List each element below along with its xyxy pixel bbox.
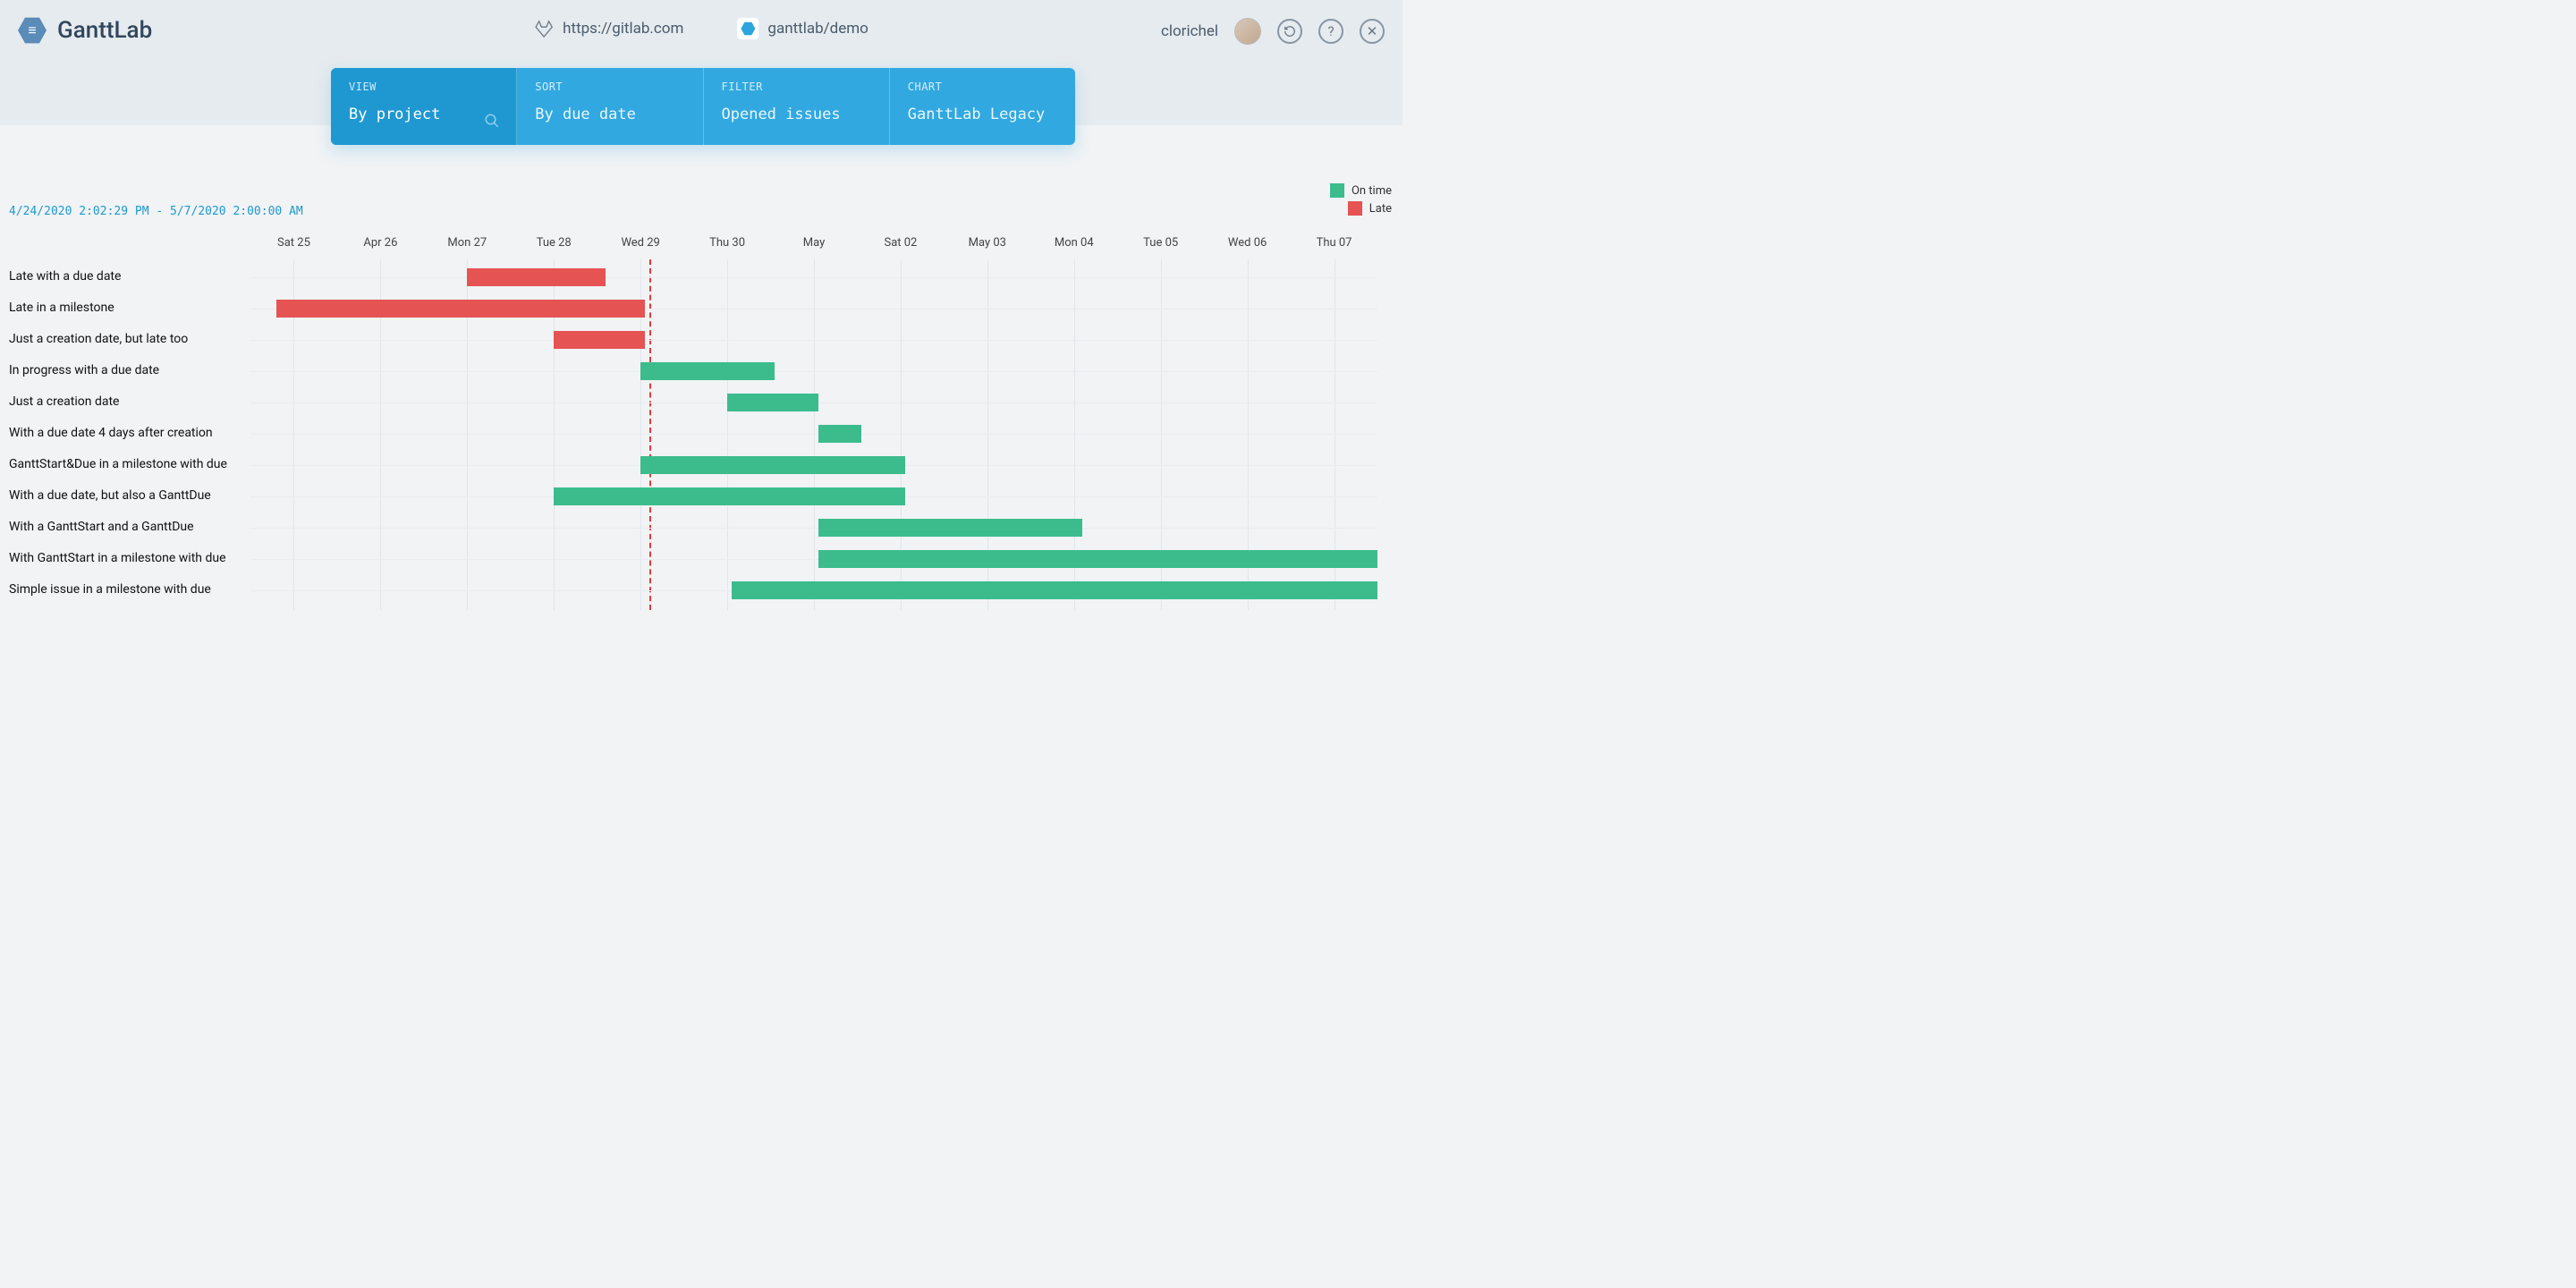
gantt-row-label: With a GanttStart and a GanttDue — [0, 512, 250, 543]
brand-logo-icon — [18, 16, 47, 45]
gantt-bar[interactable] — [818, 519, 1083, 537]
view-label: VIEW — [349, 80, 498, 93]
legend-ontime-label: On time — [1352, 184, 1392, 198]
gantt-bar[interactable] — [554, 331, 645, 349]
gantt-row-label: Simple issue in a milestone with due — [0, 574, 250, 606]
x-axis-tick: Wed 06 — [1228, 236, 1267, 250]
gantt-bar[interactable] — [467, 268, 606, 286]
x-axis-tick: Tue 28 — [537, 236, 572, 250]
range-label: 4/24/2020 2:02:29 PM - 5/7/2020 2:00:00 … — [0, 183, 1402, 218]
sort-control[interactable]: SORT By due date — [517, 68, 703, 145]
username[interactable]: clorichel — [1161, 22, 1218, 40]
x-axis-tick: Thu 07 — [1317, 236, 1352, 250]
gantt-bar[interactable] — [554, 487, 905, 505]
help-icon: ? — [1327, 23, 1334, 39]
x-axis-tick: May 03 — [969, 236, 1006, 250]
legend-late-label: Late — [1369, 202, 1392, 216]
x-axis-tick: Wed 29 — [621, 236, 659, 250]
view-value: By project — [349, 106, 498, 123]
header-center: https://gitlab.com ganttlab/demo — [534, 18, 869, 39]
project-path: ganttlab/demo — [767, 20, 868, 38]
filter-label: FILTER — [722, 80, 871, 93]
search-icon[interactable] — [484, 113, 500, 129]
project-logo-icon — [737, 18, 758, 39]
gantt-bar[interactable] — [727, 394, 818, 411]
legend-late: Late — [1330, 201, 1392, 216]
gantt-row-label: In progress with a due date — [0, 355, 250, 386]
gridline-horizontal — [250, 340, 1377, 341]
filter-value: Opened issues — [722, 106, 871, 123]
close-icon: ✕ — [1367, 23, 1378, 39]
sort-value: By due date — [535, 106, 684, 123]
project-link[interactable]: ganttlab/demo — [737, 18, 868, 39]
filter-control[interactable]: FILTER Opened issues — [704, 68, 890, 145]
header-right: clorichel ? ✕ — [1161, 18, 1385, 45]
x-axis-tick: Apr 26 — [363, 236, 397, 250]
x-axis: Sat 25 Apr 26 Mon 27 Tue 28 Wed 29 Thu 30 May S… — [250, 234, 1377, 259]
header-bar: GanttLab https://gitlab.com ganttlab/dem… — [0, 0, 1402, 125]
gantt-bar[interactable] — [732, 581, 1377, 599]
legend-ontime: On time — [1330, 183, 1392, 198]
today-marker — [649, 259, 651, 610]
x-axis-tick: Sat 25 — [277, 236, 310, 250]
chart-value: GanttLab Legacy — [908, 106, 1057, 123]
x-axis-tick: Mon 04 — [1055, 236, 1094, 250]
gantt-row-label: With GanttStart in a milestone with due — [0, 543, 250, 574]
legend: On time Late — [1330, 183, 1392, 219]
gantt-bar[interactable] — [640, 362, 775, 380]
gantt-row-label: Late in a milestone — [0, 292, 250, 324]
avatar[interactable] — [1234, 18, 1261, 45]
brand[interactable]: GanttLab — [18, 16, 152, 45]
gantt-bar[interactable] — [640, 456, 905, 474]
x-axis-tick: Thu 30 — [709, 236, 745, 250]
control-bar: VIEW By project SORT By due date FILTER … — [331, 68, 1075, 145]
source-link[interactable]: https://gitlab.com — [534, 20, 683, 38]
gantt-row-label: GanttStart&Due in a milestone with due — [0, 449, 250, 480]
gantt-row-label: Just a creation date — [0, 386, 250, 418]
gantt-row-label: Late with a due date — [0, 261, 250, 292]
gridline-horizontal — [250, 434, 1377, 435]
x-axis-tick: Sat 02 — [884, 236, 917, 250]
gantt-row-labels: Late with a due dateLate in a milestoneJ… — [0, 261, 250, 606]
chart-wrap: On time Late 4/24/2020 2:02:29 PM - 5/7/… — [0, 183, 1402, 610]
gridline-horizontal — [250, 277, 1377, 278]
gridline-horizontal — [250, 371, 1377, 372]
help-button[interactable]: ? — [1318, 19, 1343, 44]
gantt-row-label: With a due date 4 days after creation — [0, 418, 250, 449]
sort-label: SORT — [535, 80, 684, 93]
gitlab-icon — [534, 20, 554, 38]
chart-control[interactable]: CHART GanttLab Legacy — [890, 68, 1075, 145]
gantt-row-label: With a due date, but also a GanttDue — [0, 480, 250, 512]
close-button[interactable]: ✕ — [1360, 19, 1385, 44]
x-axis-tick: Tue 05 — [1143, 236, 1178, 250]
gridline-horizontal — [250, 528, 1377, 529]
refresh-icon — [1284, 25, 1296, 38]
source-url: https://gitlab.com — [563, 20, 683, 38]
gridline-vertical — [727, 259, 728, 610]
brand-title: GanttLab — [57, 17, 152, 44]
view-control[interactable]: VIEW By project — [331, 68, 517, 145]
chart-label: CHART — [908, 80, 1057, 93]
gantt-bar[interactable] — [818, 425, 861, 443]
refresh-button[interactable] — [1277, 19, 1302, 44]
gantt-chart: Late with a due dateLate in a milestoneJ… — [0, 234, 1395, 610]
x-axis-tick: Mon 27 — [447, 236, 487, 250]
gridline-vertical — [814, 259, 815, 610]
gantt-bar[interactable] — [818, 550, 1377, 568]
legend-late-swatch — [1348, 201, 1362, 216]
x-axis-tick: May — [803, 236, 825, 250]
gantt-row-label: Just a creation date, but late too — [0, 324, 250, 355]
gantt-bar[interactable] — [276, 300, 645, 318]
gantt-plot: Sat 25 Apr 26 Mon 27 Tue 28 Wed 29 Thu 30 May S… — [250, 234, 1377, 610]
legend-ontime-swatch — [1330, 183, 1344, 198]
